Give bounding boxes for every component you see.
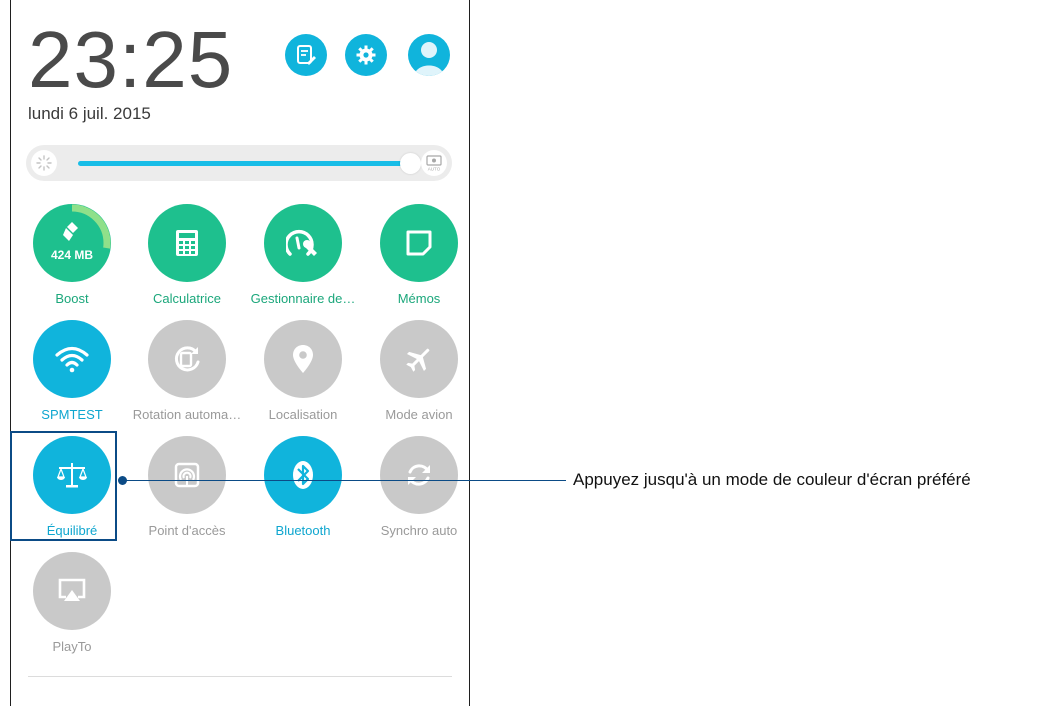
tile-rotation[interactable]: Rotation automa… (133, 320, 243, 430)
tile-location[interactable]: Localisation (249, 320, 359, 430)
brightness-thumb[interactable] (400, 153, 421, 174)
tile-boost[interactable]: 424 MB Boost (18, 204, 128, 314)
edit-note-icon[interactable] (285, 34, 327, 76)
tile-calculator[interactable]: Calculatrice (133, 204, 243, 314)
brightness-low-icon (31, 150, 57, 176)
tile-airplane-label: Mode avion (385, 407, 453, 422)
tile-bluetooth[interactable]: Bluetooth (249, 436, 359, 546)
tile-hotspot[interactable]: Point d'accès (133, 436, 243, 546)
tile-airplane[interactable]: Mode avion (365, 320, 475, 430)
hotspot-icon (148, 436, 226, 514)
sync-icon (380, 436, 458, 514)
quick-settings-panel: 23:25 lundi 6 juil. 2015 AUTO 424 MB Boo… (10, 0, 470, 706)
tile-sync[interactable]: Synchro auto (365, 436, 475, 546)
callout-line (122, 480, 566, 481)
wifi-icon (33, 320, 111, 398)
user-avatar-icon[interactable] (408, 34, 450, 76)
calculator-icon (148, 204, 226, 282)
clock-time: 23:25 (28, 15, 234, 104)
boost-memory: 424 MB (50, 248, 94, 262)
tile-location-label: Localisation (268, 407, 338, 422)
boost-ring (33, 204, 111, 282)
highlight-box (10, 431, 117, 541)
cast-icon (33, 552, 111, 630)
tile-wifi-label: SPMTEST (41, 407, 103, 422)
tile-manager-label: Gestionnaire de… (250, 291, 356, 306)
brightness-track (78, 161, 408, 166)
tile-sync-label: Synchro auto (380, 523, 458, 538)
note-icon (380, 204, 458, 282)
speedometer-wrench-icon (264, 204, 342, 282)
gear-icon[interactable] (345, 34, 387, 76)
tile-playto[interactable]: PlayTo (18, 552, 128, 662)
airplane-icon (380, 320, 458, 398)
brightness-auto-label: AUTO (428, 167, 441, 172)
brightness-auto-icon[interactable]: AUTO (421, 150, 447, 176)
manual-illustration: 23:25 lundi 6 juil. 2015 AUTO 424 MB Boo… (0, 0, 1043, 706)
tile-hotspot-label: Point d'accès (148, 523, 226, 538)
tile-boost-label: Boost (55, 291, 89, 306)
rotation-icon (148, 320, 226, 398)
brightness-slider[interactable]: AUTO (26, 145, 452, 181)
clock-date: lundi 6 juil. 2015 (28, 104, 151, 123)
tile-memos[interactable]: Mémos (365, 204, 475, 314)
tile-rotation-label: Rotation automa… (132, 407, 242, 422)
bluetooth-icon (264, 436, 342, 514)
tile-playto-label: PlayTo (52, 639, 92, 654)
panel-divider (28, 676, 452, 677)
tile-bluetooth-label: Bluetooth (275, 523, 331, 538)
callout-text: Appuyez jusqu'à un mode de couleur d'écr… (573, 470, 971, 489)
tile-calculator-label: Calculatrice (153, 291, 221, 306)
location-pin-icon (264, 320, 342, 398)
tile-memos-label: Mémos (397, 291, 441, 306)
tile-wifi[interactable]: SPMTEST (18, 320, 128, 430)
callout-dot (118, 476, 127, 485)
tile-manager[interactable]: Gestionnaire de… (249, 204, 359, 314)
